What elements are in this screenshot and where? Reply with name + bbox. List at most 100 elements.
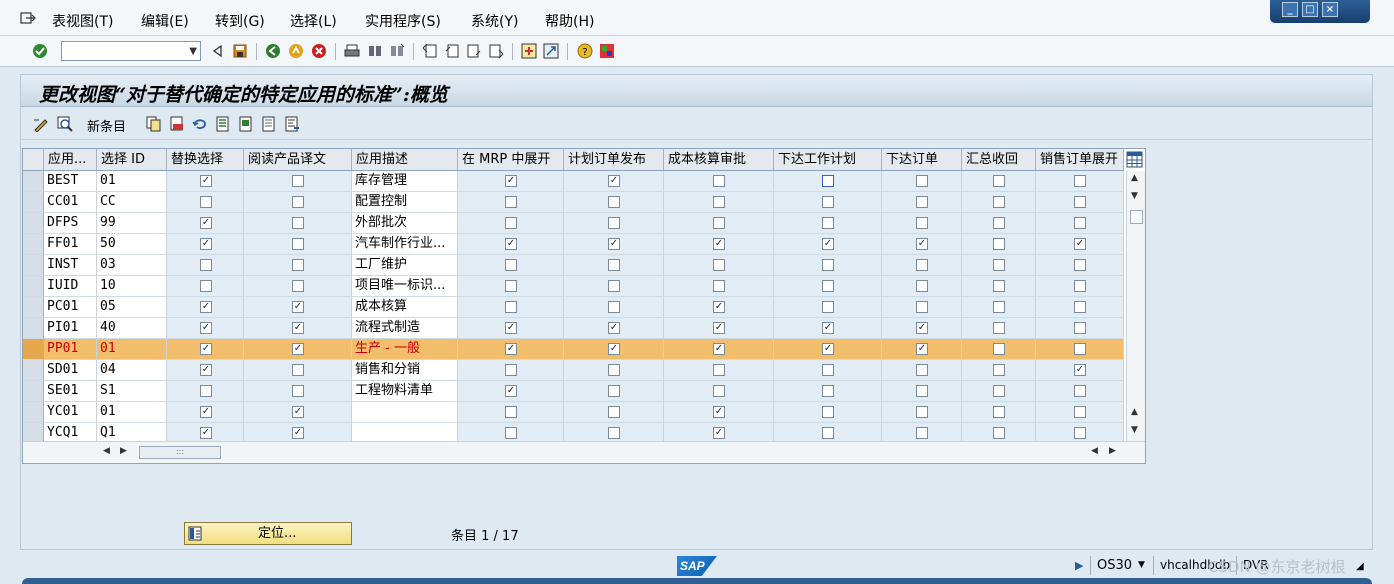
checkbox[interactable]: ✓ <box>200 406 212 418</box>
checkbox[interactable]: ✓ <box>292 322 304 334</box>
header-release-routing[interactable]: 下达工作计划 <box>774 149 882 171</box>
minimize-button[interactable]: _ <box>1282 2 1298 17</box>
help-icon[interactable]: ? <box>577 43 593 59</box>
checkbox[interactable] <box>292 280 304 292</box>
checkbox[interactable] <box>993 427 1005 439</box>
checkbox[interactable] <box>200 259 212 271</box>
maximize-button[interactable]: □ <box>1302 2 1318 17</box>
row-selector[interactable] <box>23 276 44 297</box>
application-cell[interactable]: DFPS <box>44 213 97 234</box>
checkbox[interactable] <box>505 406 517 418</box>
checkbox[interactable] <box>292 259 304 271</box>
selection-id-cell[interactable]: CC <box>97 192 167 213</box>
application-cell[interactable]: PP01 <box>44 339 97 360</box>
checkbox[interactable] <box>505 259 517 271</box>
menu-selection[interactable]: 选择(L) <box>290 11 337 31</box>
command-field[interactable]: ▼ <box>61 41 201 61</box>
checkbox[interactable] <box>916 364 928 376</box>
selection-id-cell[interactable]: 50 <box>97 234 167 255</box>
header-release-order[interactable]: 下达订单 <box>882 149 962 171</box>
checkbox[interactable] <box>822 217 834 229</box>
checkbox[interactable]: ✓ <box>200 217 212 229</box>
checkbox[interactable] <box>993 217 1005 229</box>
vertical-scroll-thumb[interactable] <box>1130 210 1143 224</box>
checkbox[interactable]: ✓ <box>505 343 517 355</box>
table-row[interactable]: FF01 50 ✓ 汽车制作行业... ✓ ✓ ✓ ✓ ✓ ✓ <box>23 234 1124 255</box>
back-arrow-icon[interactable] <box>210 43 226 59</box>
scroll-down-small-icon[interactable]: ▼ <box>1131 191 1138 201</box>
command-dropdown-icon[interactable]: ▼ <box>189 43 197 61</box>
copy-as-icon[interactable] <box>146 116 162 132</box>
page-down-icon[interactable]: ▼ <box>1131 425 1138 435</box>
application-cell[interactable]: PC01 <box>44 297 97 318</box>
checkbox[interactable] <box>993 238 1005 250</box>
selection-id-cell[interactable]: 01 <box>97 171 167 192</box>
checkbox[interactable] <box>993 343 1005 355</box>
checkbox[interactable]: ✓ <box>1074 364 1086 376</box>
customize-layout-icon[interactable] <box>599 43 615 59</box>
checkbox[interactable] <box>916 217 928 229</box>
checkbox[interactable] <box>916 406 928 418</box>
header-read-product-translation[interactable]: 阅读产品译文 <box>244 149 352 171</box>
checkbox[interactable] <box>1074 385 1086 397</box>
checkbox[interactable] <box>608 301 620 313</box>
create-session-icon[interactable] <box>521 43 537 59</box>
checkbox[interactable] <box>822 385 834 397</box>
column-settings-icon[interactable] <box>1126 151 1143 168</box>
checkbox[interactable] <box>608 280 620 292</box>
checkbox[interactable] <box>1074 196 1086 208</box>
selection-id-cell[interactable]: 01 <box>97 402 167 423</box>
table-row[interactable]: PC01 05 ✓ ✓ 成本核算 ✓ <box>23 297 1124 318</box>
checkbox[interactable] <box>292 364 304 376</box>
checkbox[interactable]: ✓ <box>292 301 304 313</box>
table-row[interactable]: DFPS 99 ✓ 外部批次 <box>23 213 1124 234</box>
checkbox[interactable] <box>713 217 725 229</box>
checkbox[interactable] <box>993 175 1005 187</box>
checkbox[interactable] <box>993 364 1005 376</box>
new-entries-button[interactable]: 新条目 <box>87 116 126 135</box>
checkbox[interactable] <box>200 385 212 397</box>
checkbox[interactable]: ✓ <box>292 427 304 439</box>
find-next-icon[interactable] <box>389 43 405 59</box>
checkbox[interactable] <box>505 364 517 376</box>
checkbox[interactable] <box>292 217 304 229</box>
checkbox[interactable]: ✓ <box>200 322 212 334</box>
checkbox[interactable] <box>505 427 517 439</box>
cancel-icon[interactable] <box>311 43 327 59</box>
scroll-left-end-icon[interactable]: ◀ <box>1091 446 1098 456</box>
menu-table-view[interactable]: 表视图(T) <box>52 11 113 31</box>
checkbox[interactable] <box>1074 175 1086 187</box>
table-row[interactable]: INST 03 工厂维护 <box>23 255 1124 276</box>
application-cell[interactable]: SE01 <box>44 381 97 402</box>
selection-id-cell[interactable]: 01 <box>97 339 167 360</box>
checkbox[interactable] <box>505 217 517 229</box>
table-row[interactable]: BEST 01 ✓ 库存管理 ✓ ✓ <box>23 171 1124 192</box>
scroll-right-icon[interactable]: ▶ <box>120 446 127 456</box>
checkbox[interactable] <box>822 364 834 376</box>
menu-system[interactable]: 系统(Y) <box>471 11 518 31</box>
header-selection-column[interactable] <box>23 149 44 171</box>
checkbox[interactable] <box>608 196 620 208</box>
checkbox[interactable] <box>713 259 725 271</box>
save-icon[interactable] <box>232 43 248 59</box>
status-resize-icon[interactable]: ◢ <box>1356 561 1364 572</box>
selection-id-cell[interactable]: 40 <box>97 318 167 339</box>
header-application-description[interactable]: 应用描述 <box>352 149 458 171</box>
checkbox[interactable] <box>200 280 212 292</box>
close-button[interactable]: × <box>1322 2 1338 17</box>
header-selection-id[interactable]: 选择 ID <box>97 149 167 171</box>
scroll-up-icon[interactable]: ▲ <box>1131 173 1138 183</box>
checkbox[interactable] <box>916 301 928 313</box>
checkbox[interactable] <box>505 196 517 208</box>
row-selector[interactable] <box>23 339 44 360</box>
application-cell[interactable]: CC01 <box>44 192 97 213</box>
next-page-icon[interactable] <box>466 43 482 59</box>
checkbox[interactable] <box>1074 343 1086 355</box>
checkbox[interactable]: ✓ <box>608 175 620 187</box>
checkbox[interactable] <box>993 322 1005 334</box>
table-row[interactable]: PP01 01 ✓ ✓ 生产 - 一般 ✓ ✓ ✓ ✓ ✓ <box>23 339 1124 360</box>
application-cell[interactable]: BEST <box>44 171 97 192</box>
horizontal-scroll-thumb[interactable]: ::: <box>139 446 221 459</box>
checkbox[interactable]: ✓ <box>200 238 212 250</box>
checkbox[interactable] <box>916 196 928 208</box>
